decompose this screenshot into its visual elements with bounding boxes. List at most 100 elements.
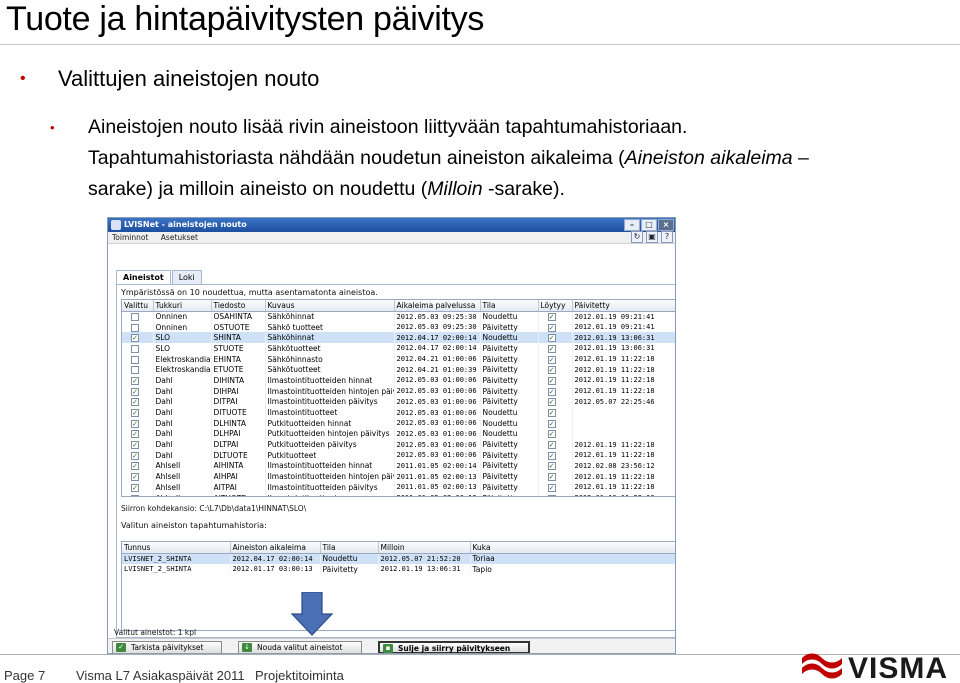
fetch-selected-button[interactable]: ↓ Nouda valitut aineistot (238, 641, 362, 653)
checked-checkbox[interactable]: ✓ (547, 355, 556, 364)
checked-checkbox[interactable]: ✓ (131, 494, 139, 496)
checked-checkbox[interactable]: ✓ (547, 494, 556, 496)
checked-checkbox[interactable]: ✓ (131, 483, 139, 492)
checked-checkbox[interactable]: ✓ (131, 441, 139, 450)
table-row[interactable]: ✓ Ahlsell AIHINTA Ilmastointituotteiden hin… (122, 460, 675, 472)
table-row[interactable]: Elektroskandia ETUOTE Sähkötuotteet 2012.04… (122, 364, 675, 376)
checked-checkbox[interactable]: ✓ (131, 334, 139, 343)
table-row[interactable]: ✓ Dahl DIHINTA Ilmastointituotteiden hinnat… (122, 375, 675, 386)
checked-checkbox[interactable]: ✓ (131, 419, 139, 428)
column-header[interactable]: Kuvaus (265, 300, 395, 312)
table-row[interactable]: ✓ Dahl DLTPAI Putkituotteiden päivitys 2012.… (122, 439, 675, 450)
checked-checkbox[interactable]: ✓ (131, 462, 139, 471)
checked-checkbox[interactable]: ✓ (131, 387, 139, 396)
table-row[interactable]: ✓ Dahl DLHINTA Putkituotteiden hinnat 2012.0… (122, 417, 675, 429)
checked-checkbox[interactable]: ✓ (131, 430, 139, 439)
column-header[interactable]: Aikaleima palvelussa (394, 300, 481, 312)
cell-tila: Noudettu (320, 553, 379, 564)
cell-aikaleima: 2012.05.03 01:00:06 (394, 417, 481, 429)
column-header[interactable]: Tila (320, 542, 379, 554)
column-header[interactable]: Tukkuri (153, 300, 212, 312)
maximize-icon[interactable]: □ (641, 219, 657, 231)
close-icon[interactable]: × (658, 219, 674, 231)
column-header[interactable]: Kuka (470, 542, 675, 554)
unchecked-checkbox[interactable] (131, 323, 139, 332)
checked-checkbox[interactable]: ✓ (131, 473, 139, 482)
tab-aineistot[interactable]: Aineistot (116, 270, 171, 285)
cell-tukkuri: SLO (153, 343, 212, 354)
cell-tukkuri: Dahl (153, 407, 212, 418)
column-header[interactable]: Tunnus (122, 542, 231, 554)
checked-checkbox[interactable]: ✓ (547, 441, 556, 450)
help-icon[interactable]: ? (661, 231, 673, 243)
history-row[interactable]: LVISNET_2_SHINTA 2012.04.17 02:00:14 Noude… (122, 553, 675, 564)
checked-checkbox[interactable]: ✓ (547, 483, 556, 492)
column-header[interactable]: Aineiston aikaleima (230, 542, 321, 554)
checked-checkbox[interactable]: ✓ (547, 334, 556, 343)
checked-checkbox[interactable]: ✓ (131, 451, 139, 460)
checked-checkbox[interactable]: ✓ (131, 398, 139, 407)
table-row[interactable]: ✓ Dahl DLTUOTE Putkituotteet 2012.05.03 01:0… (122, 449, 675, 461)
checked-checkbox[interactable]: ✓ (547, 323, 556, 332)
checkbox-cell: ✓ (538, 353, 573, 365)
table-row[interactable]: ✓ SLO SHINTA Sähköhinnat 2012.04.17 02:00:14… (122, 332, 675, 344)
image-icon[interactable]: ▣ (646, 231, 658, 243)
table-row[interactable]: ✓ Ahlsell AITPAI Ilmastointituotteiden päiv… (122, 482, 675, 493)
check-icon: ✓ (116, 643, 126, 652)
unchecked-checkbox[interactable] (131, 366, 139, 375)
selected-count: Valitut aineistot: 1 kpl (114, 628, 197, 637)
refresh-icon[interactable]: ↻ (631, 231, 643, 243)
minimize-icon[interactable]: – (624, 219, 640, 231)
check-updates-button[interactable]: ✓ Tarkista päivitykset (112, 641, 222, 653)
cell-tukkuri: Elektroskandia (153, 353, 212, 365)
table-row[interactable]: ✓ AhlsellAITUOTEIlmastointituotteet2011.0… (122, 492, 675, 496)
table-row[interactable]: ✓ Dahl DITUOTE Ilmastointituotteet 2012.05.0… (122, 407, 675, 418)
table-row[interactable]: ✓ Dahl DIHPAI Ilmastointituotteiden hintoje… (122, 385, 675, 397)
checkbox-cell: ✓ (122, 492, 154, 496)
checked-checkbox[interactable]: ✓ (547, 430, 556, 439)
unchecked-checkbox[interactable] (131, 313, 139, 322)
checked-checkbox[interactable]: ✓ (131, 376, 139, 385)
checked-checkbox[interactable]: ✓ (547, 409, 556, 418)
table-row[interactable]: ✓ Dahl DITPAI Ilmastointituotteiden päivity… (122, 396, 675, 408)
checked-checkbox[interactable]: ✓ (547, 387, 556, 396)
table-row[interactable]: Onninen OSTUOTE Sähkö tuotteet 2012.05.03 0… (122, 321, 675, 333)
tab-loki[interactable]: Loki (171, 270, 202, 285)
checked-checkbox[interactable]: ✓ (547, 419, 556, 428)
checked-checkbox[interactable]: ✓ (547, 376, 556, 385)
unchecked-checkbox[interactable] (131, 344, 139, 353)
column-header[interactable]: Tila (480, 300, 539, 312)
checked-checkbox[interactable]: ✓ (131, 409, 139, 418)
checked-checkbox[interactable]: ✓ (547, 344, 556, 353)
cell-tunnus: LVISNET_2_SHINTA (122, 553, 231, 564)
table-row[interactable]: Onninen OSAHINTA Sähköhinnat 2012.05.03 09:… (122, 311, 675, 322)
column-header[interactable]: Päivitetty (572, 300, 675, 312)
data-grid[interactable]: Valittu Tukkuri Tiedosto Kuvaus Aikaleima pa… (121, 299, 675, 497)
cell-tukkuri: Ahlsell (153, 492, 212, 496)
table-row[interactable]: ✓ Dahl DLHPAI Putkituotteiden hintojen päiv… (122, 428, 675, 440)
cell-paivitetty: 2012.05.07 22:25:46 (572, 396, 675, 408)
unchecked-checkbox[interactable] (131, 355, 139, 364)
save-close-button[interactable]: ▪ Sulje ja siirry päivitykseen (378, 641, 530, 653)
checkbox-cell (122, 353, 154, 365)
cell-aikaleima: 2012.04.17 02:00:14 (230, 553, 321, 564)
checked-checkbox[interactable]: ✓ (547, 398, 556, 407)
checkbox-cell: ✓ (122, 396, 154, 408)
menu-toiminnot[interactable]: Toiminnot (112, 233, 148, 242)
table-row[interactable]: ✓ Ahlsell AIHPAI Ilmastointituotteiden hint… (122, 471, 675, 482)
table-row[interactable]: SLO STUOTE Sähkötuotteet 2012.04.17 02:00:1… (122, 343, 675, 354)
history-grid[interactable]: Tunnus Aineiston aikaleima Tila Milloin Kuka… (121, 541, 675, 631)
table-row[interactable]: Elektroskandia EHINTA Sähköhinnasto 2012.04… (122, 353, 675, 365)
checked-checkbox[interactable]: ✓ (547, 366, 556, 375)
column-header[interactable]: Milloin (378, 542, 471, 554)
column-header[interactable]: Tiedosto (211, 300, 266, 312)
column-header[interactable]: Valittu (122, 300, 154, 312)
checked-checkbox[interactable]: ✓ (547, 313, 556, 322)
column-header[interactable]: Löytyy (538, 300, 573, 312)
checked-checkbox[interactable]: ✓ (547, 451, 556, 460)
menu-asetukset[interactable]: Asetukset (161, 233, 198, 242)
checked-checkbox[interactable]: ✓ (547, 473, 556, 482)
history-row[interactable]: LVISNET_2_SHINTA 2012.01.17 03:00:13 Päivi… (122, 563, 675, 575)
checked-checkbox[interactable]: ✓ (547, 462, 556, 471)
bullet-dot-icon: • (20, 70, 26, 87)
